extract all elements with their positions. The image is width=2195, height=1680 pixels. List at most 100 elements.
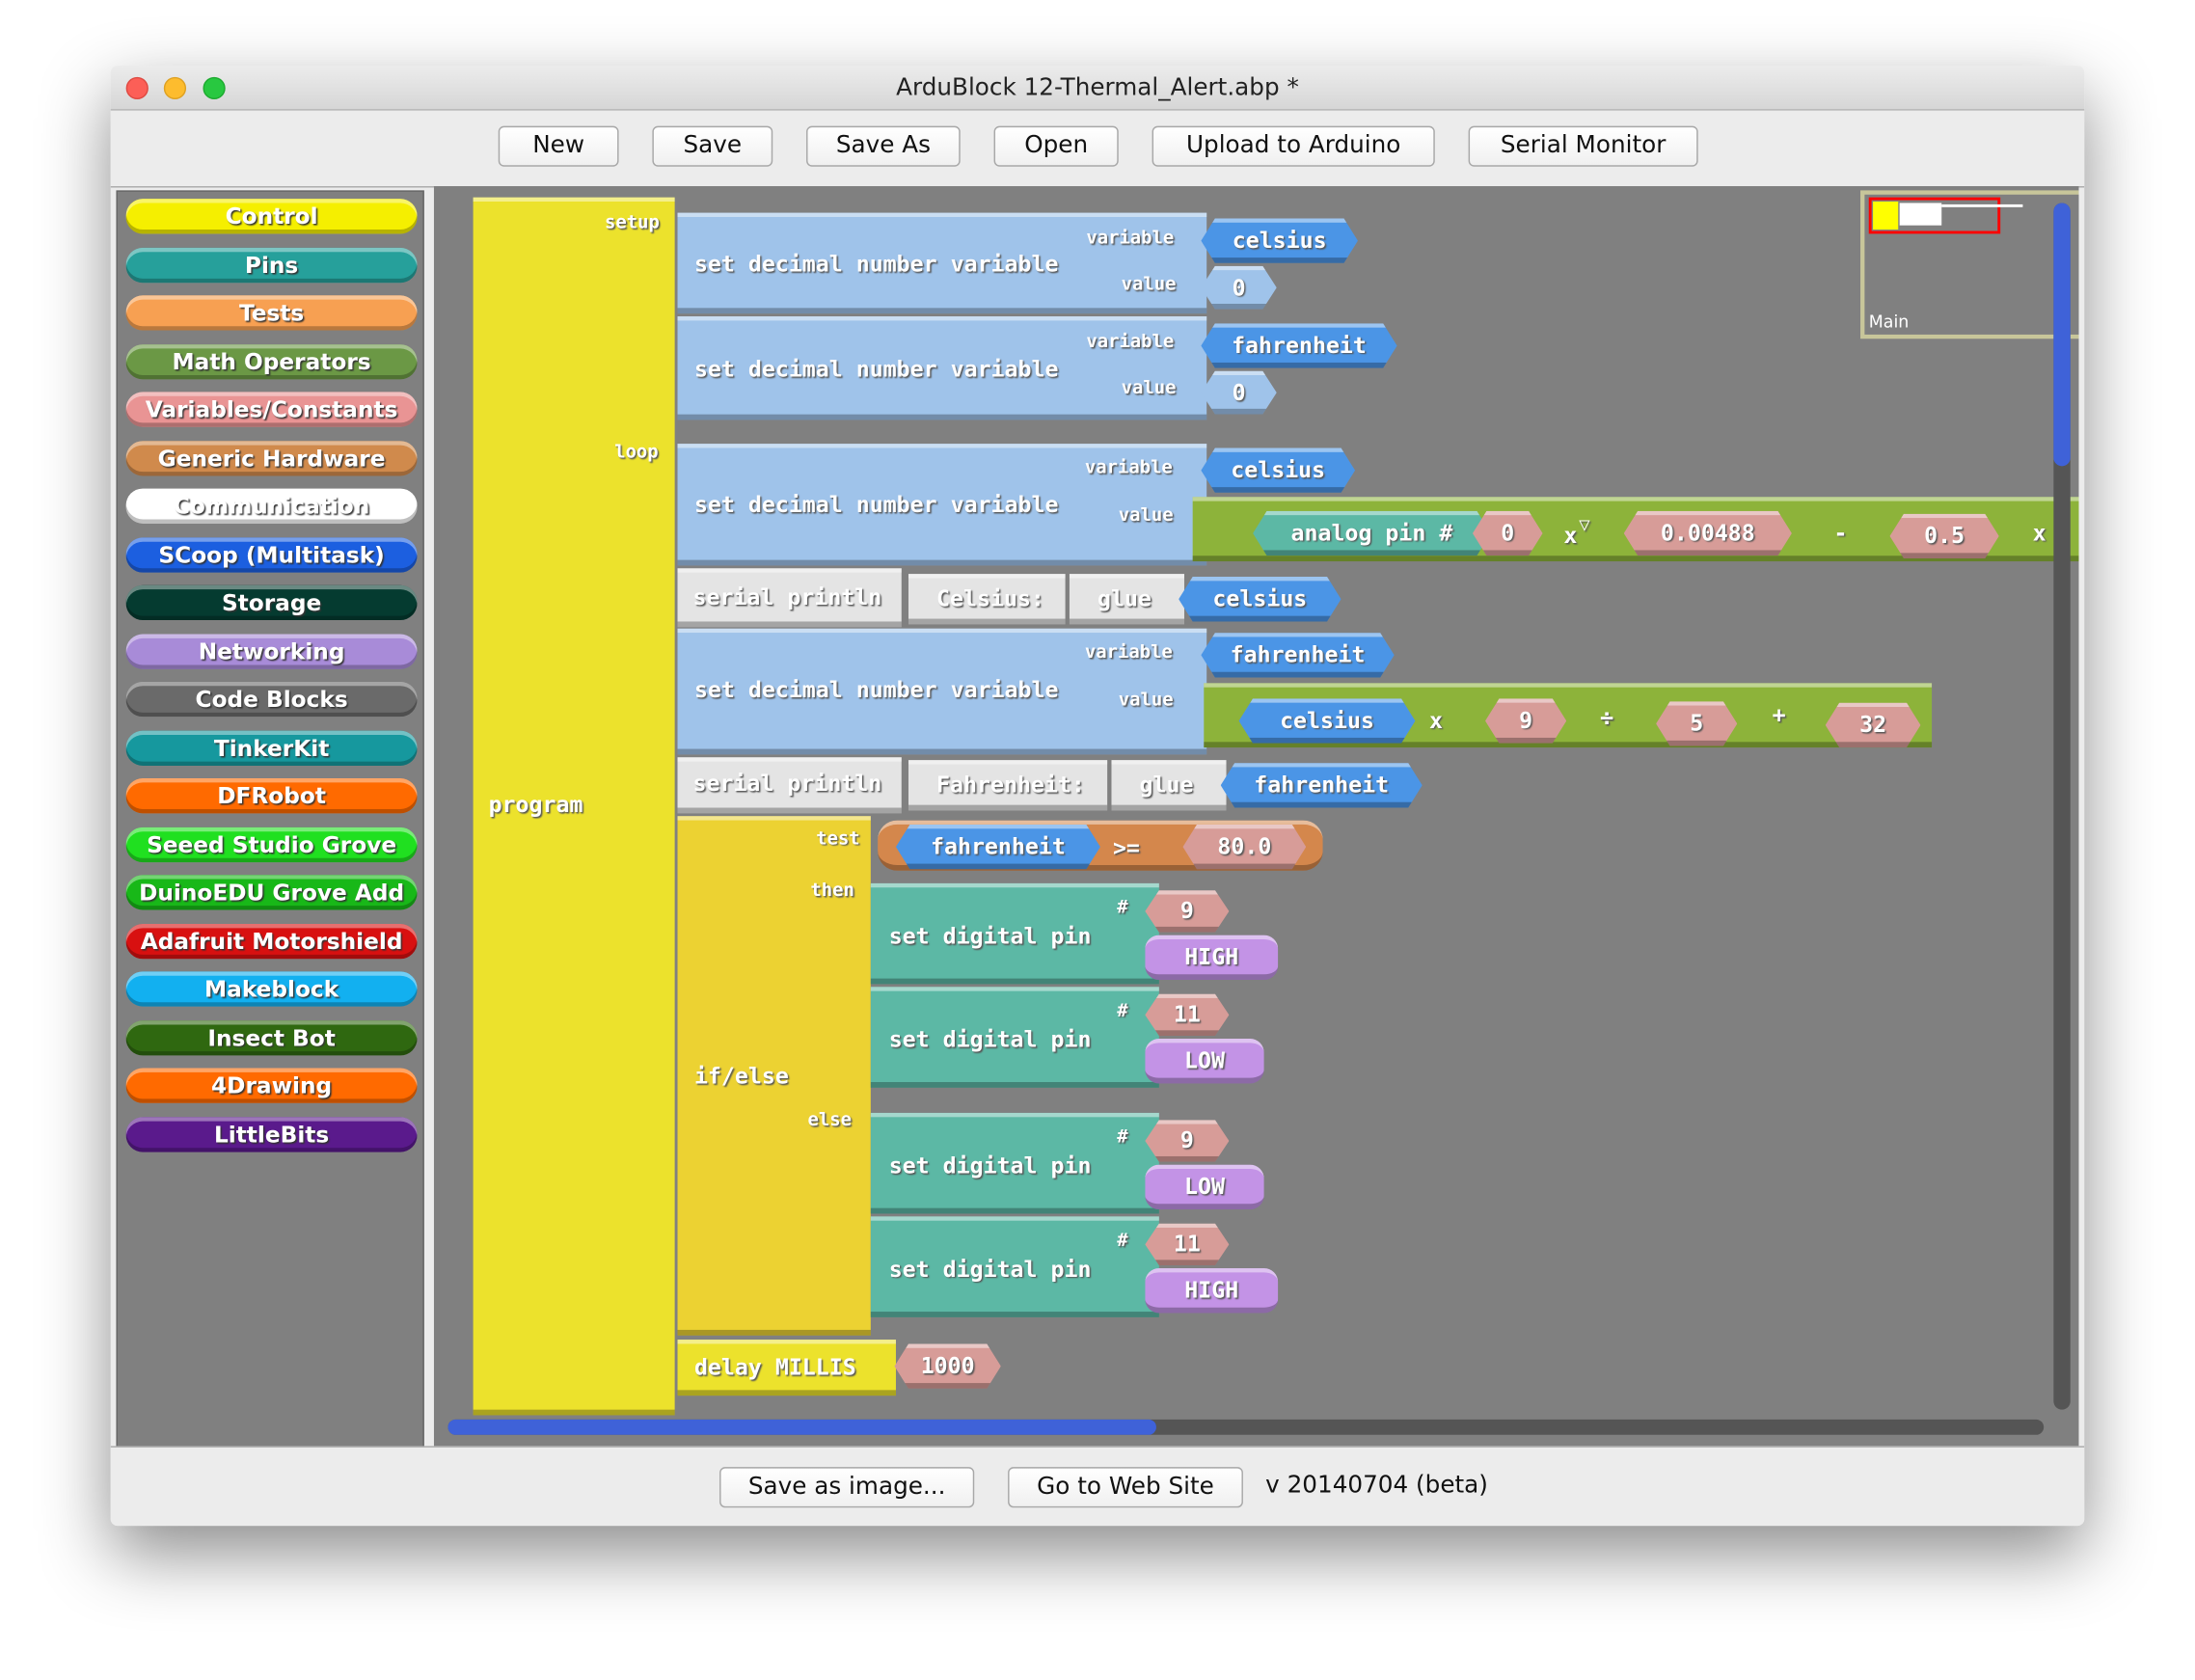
palette-item-tests[interactable]: Tests: [125, 295, 418, 331]
save-as-image-button[interactable]: Save as image...: [719, 1467, 975, 1508]
vertical-scrollbar-thumb[interactable]: [2053, 203, 2071, 467]
pin-number[interactable]: 9: [1145, 890, 1229, 933]
number-block[interactable]: 5: [1656, 701, 1737, 745]
pin-number[interactable]: 11: [1145, 1224, 1229, 1266]
string-block[interactable]: Celsius:: [908, 574, 1066, 625]
block-label: set digital pin: [888, 922, 1092, 950]
number-block[interactable]: 9: [1485, 698, 1566, 743]
palette-item-math-operators[interactable]: Math Operators: [125, 343, 418, 379]
palette-item-duinoedu-grove-add[interactable]: DuinoEDU Grove Add: [125, 875, 418, 910]
palette-item-littlebits[interactable]: LittleBits: [125, 1116, 418, 1152]
block-label: set decimal number variable: [693, 491, 1059, 519]
save-button[interactable]: Save: [652, 125, 773, 167]
open-button[interactable]: Open: [993, 125, 1119, 167]
palette-item-tinkerkit[interactable]: TinkerKit: [125, 729, 418, 766]
block-palette: Control Pins Tests Math Operators Variables/…: [116, 190, 424, 1448]
variable-fahrenheit[interactable]: fahrenheit: [1201, 633, 1394, 677]
pin-state-block[interactable]: HIGH: [1145, 1268, 1279, 1314]
block-label: set digital pin: [888, 1255, 1092, 1283]
palette-item-4drawing[interactable]: 4Drawing: [125, 1068, 418, 1103]
hash-label: #: [1117, 1126, 1128, 1149]
vertical-scrollbar[interactable]: [2053, 203, 2071, 1410]
else-label: else: [807, 1110, 852, 1131]
number-block[interactable]: 0.5: [1890, 514, 1999, 558]
analog-pin-block[interactable]: analog pin #: [1253, 511, 1491, 555]
hash-label: #: [1117, 897, 1128, 919]
block-label: set decimal number variable: [693, 355, 1059, 383]
palette-item-makeblock[interactable]: Makeblock: [125, 971, 418, 1007]
number-block[interactable]: 80.0: [1183, 825, 1307, 869]
plus-operator: +: [1772, 701, 1786, 728]
socket-label: value: [1121, 274, 1177, 296]
horizontal-scrollbar[interactable]: [447, 1419, 2045, 1435]
string-block[interactable]: Fahrenheit:: [908, 760, 1108, 811]
minimap-label: Main: [1868, 312, 1910, 333]
number-block[interactable]: 0.00488: [1624, 511, 1792, 555]
minimap-viewport[interactable]: [1868, 197, 2023, 234]
pin-state-block[interactable]: HIGH: [1145, 935, 1279, 981]
palette-item-scoop-multitask-[interactable]: SCoop (Multitask): [125, 536, 418, 572]
app-window: ArduBlock 12-Thermal_Alert.abp * New Sav…: [110, 66, 2085, 1527]
block-label: set digital pin: [888, 1025, 1092, 1053]
loop-label: loop: [614, 442, 659, 464]
palette-item-pins[interactable]: Pins: [125, 247, 418, 283]
pin-state-block[interactable]: LOW: [1145, 1164, 1264, 1210]
workspace-canvas[interactable]: program setup loop set decimal number va…: [433, 186, 2079, 1447]
minimap[interactable]: Main: [1860, 190, 2079, 339]
variable-celsius[interactable]: celsius: [1201, 447, 1355, 492]
pin-state-block[interactable]: LOW: [1145, 1039, 1264, 1084]
socket-label: value: [1118, 504, 1174, 527]
value-block[interactable]: 0: [1201, 371, 1276, 415]
dropdown-triangle-icon[interactable]: ▽: [1579, 515, 1589, 536]
variable-celsius[interactable]: celsius: [1201, 218, 1358, 262]
palette-item-variables-constants[interactable]: Variables/Constants: [125, 392, 418, 427]
number-block[interactable]: 32: [1826, 703, 1921, 747]
glue-block[interactable]: glue: [1111, 760, 1227, 811]
block-label: set digital pin: [888, 1152, 1092, 1179]
delay-label: delay MILLIS: [693, 1353, 856, 1381]
variable-fahrenheit[interactable]: fahrenheit: [896, 825, 1100, 869]
palette-item-generic-hardware[interactable]: Generic Hardware: [125, 440, 418, 475]
block-label: serial println: [692, 583, 882, 610]
save-as-button[interactable]: Save As: [806, 125, 961, 167]
variable-fahrenheit[interactable]: fahrenheit: [1201, 323, 1396, 367]
glue-block[interactable]: glue: [1069, 574, 1184, 625]
close-window-button[interactable]: [125, 76, 149, 100]
palette-item-communication[interactable]: Communication: [125, 488, 418, 524]
block-label: set decimal number variable: [693, 676, 1059, 703]
palette-item-code-blocks[interactable]: Code Blocks: [125, 681, 418, 718]
number-block[interactable]: 1000: [895, 1343, 1001, 1388]
setup-label: setup: [605, 212, 660, 234]
divide-operator: ÷: [1600, 704, 1614, 731]
analog-pin-label: analog pin: [1290, 519, 1426, 547]
program-label: program: [488, 791, 583, 818]
block-label: serial println: [692, 770, 882, 797]
socket-label: variable: [1086, 228, 1175, 250]
palette-item-adafruit-motorshield[interactable]: Adafruit Motorshield: [125, 923, 418, 959]
go-to-website-button[interactable]: Go to Web Site: [1008, 1467, 1243, 1508]
palette-item-seeed-studio-grove[interactable]: Seeed Studio Grove: [125, 826, 418, 862]
value-block[interactable]: 0: [1201, 266, 1276, 310]
multiply-operator[interactable]: x: [1563, 522, 1577, 549]
palette-item-control[interactable]: Control: [125, 199, 418, 234]
variable-fahrenheit[interactable]: fahrenheit: [1221, 763, 1423, 807]
palette-item-networking[interactable]: Networking: [125, 633, 418, 669]
upload-button[interactable]: Upload to Arduino: [1152, 125, 1435, 167]
palette-item-dfrobot[interactable]: DFRobot: [125, 778, 418, 814]
variable-celsius[interactable]: celsius: [1179, 577, 1341, 621]
then-label: then: [810, 880, 854, 902]
pin-number[interactable]: 9: [1145, 1120, 1229, 1162]
serial-monitor-button[interactable]: Serial Monitor: [1468, 125, 1698, 167]
pin-number[interactable]: 0: [1473, 511, 1543, 555]
minimize-window-button[interactable]: [163, 76, 187, 100]
comparison-operator[interactable]: >=: [1113, 834, 1140, 861]
pin-number[interactable]: 11: [1145, 994, 1229, 1037]
zoom-window-button[interactable]: [203, 76, 226, 100]
horizontal-scrollbar-thumb[interactable]: [447, 1419, 1156, 1435]
hash-label: #: [1117, 1230, 1128, 1252]
new-button[interactable]: New: [498, 125, 619, 167]
socket-label: value: [1118, 690, 1174, 712]
palette-item-insect-bot[interactable]: Insect Bot: [125, 1019, 418, 1055]
palette-item-storage[interactable]: Storage: [125, 584, 418, 621]
variable-celsius[interactable]: celsius: [1239, 698, 1416, 743]
